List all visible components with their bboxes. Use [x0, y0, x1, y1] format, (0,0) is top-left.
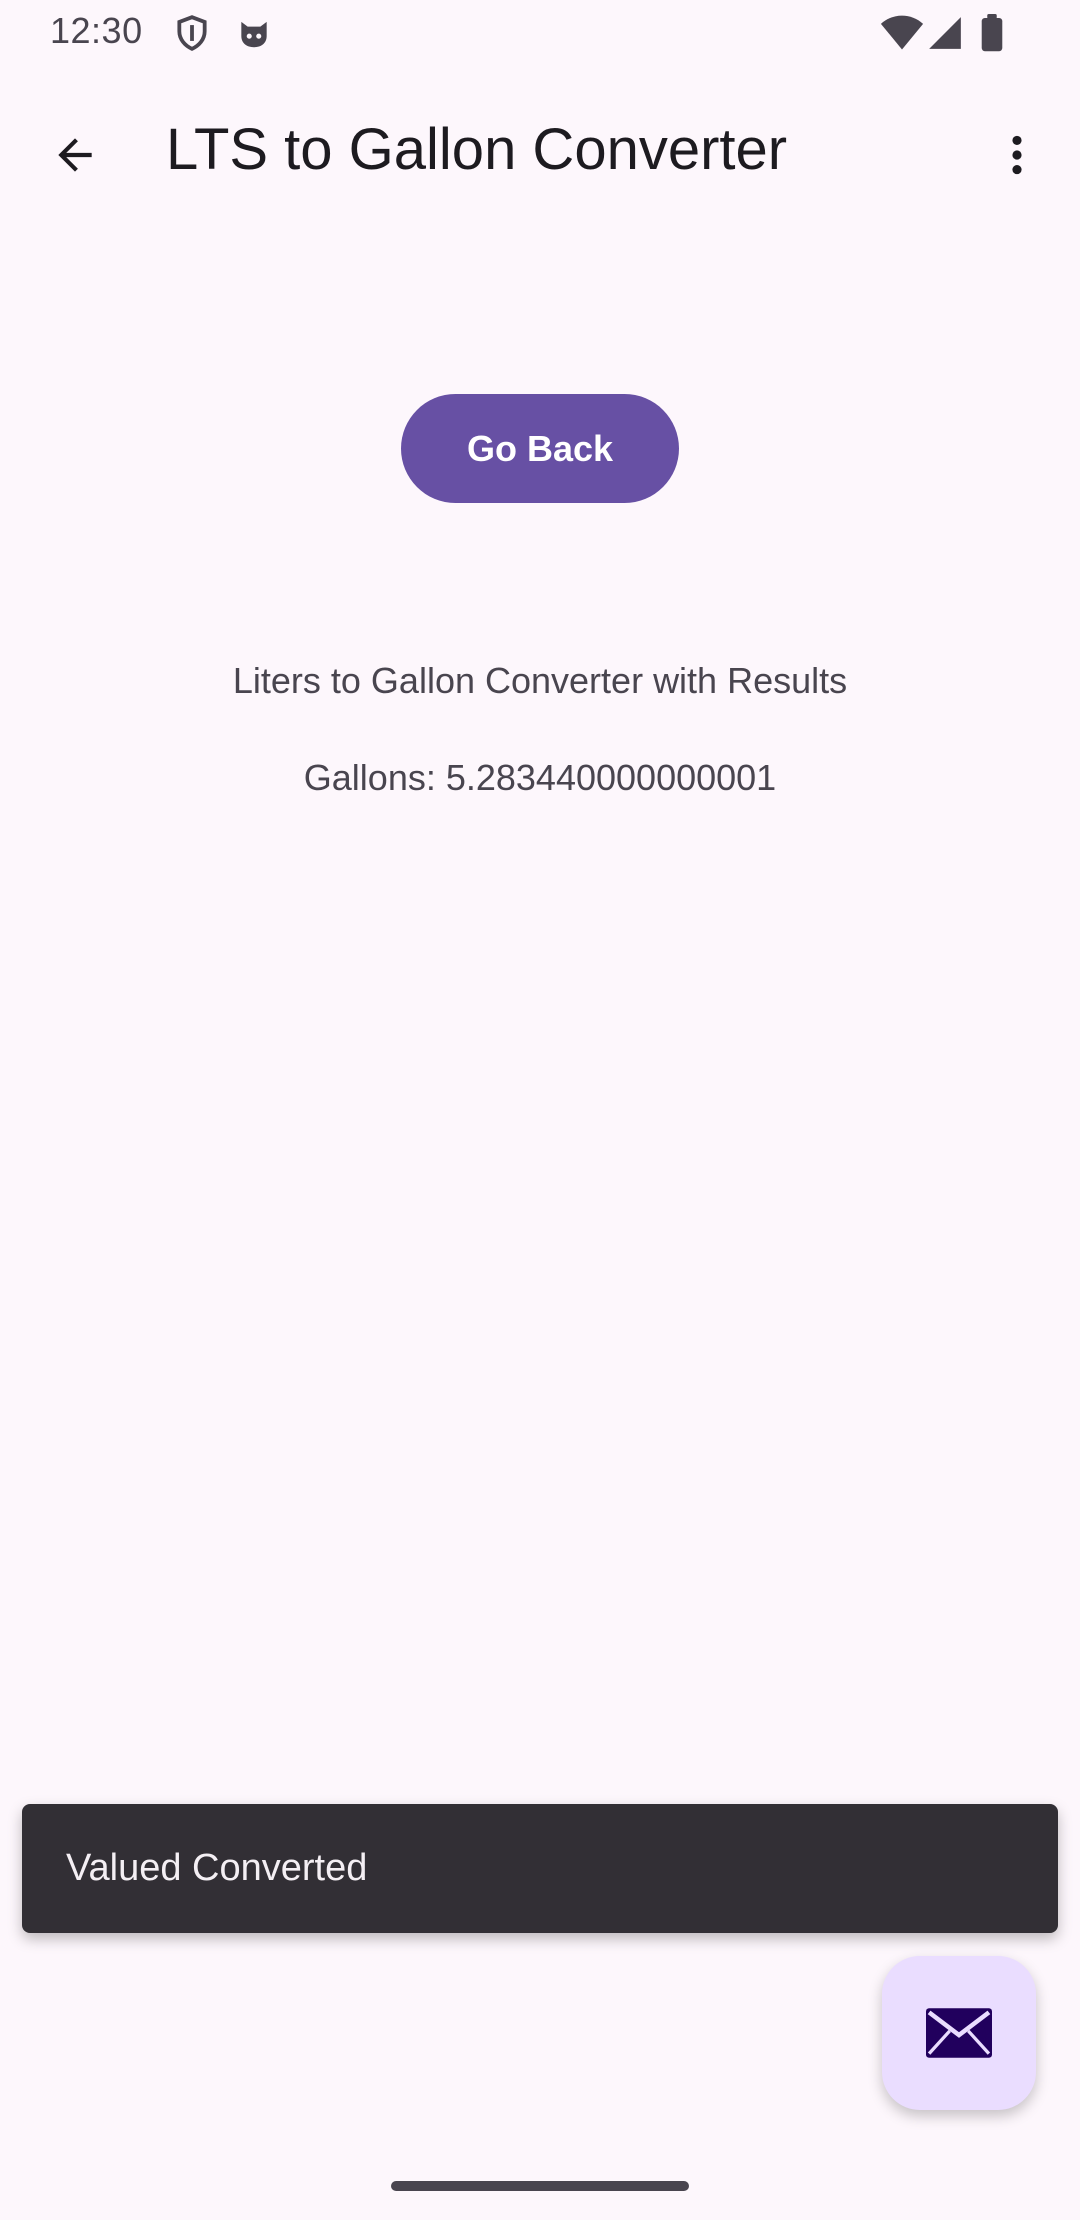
gallons-result: Gallons: 5.283440000000001: [303, 757, 777, 798]
shield-icon: [173, 14, 211, 52]
battery-icon: [978, 14, 1006, 52]
wifi-icon: [880, 14, 924, 52]
email-icon: [926, 2008, 992, 2058]
top-app-bar: LTS to Gallon Converter: [0, 66, 1080, 246]
snackbar: Valued Converted: [22, 1804, 1058, 1933]
status-time: 12:30: [50, 10, 143, 51]
status-bar: 12:30: [0, 0, 1080, 66]
cat-face-icon: [235, 14, 273, 52]
page-title: LTS to Gallon Converter: [166, 117, 788, 182]
go-back-button[interactable]: Go Back: [401, 394, 679, 503]
email-fab-button[interactable]: [882, 1956, 1036, 2110]
more-vert-icon[interactable]: [982, 120, 1052, 190]
cell-signal-icon: [926, 14, 964, 52]
home-indicator[interactable]: [391, 2181, 689, 2191]
converter-heading: Liters to Gallon Converter with Results: [232, 660, 848, 701]
snackbar-message: Valued Converted: [66, 1847, 368, 1889]
arrow-back-icon[interactable]: [40, 120, 110, 190]
